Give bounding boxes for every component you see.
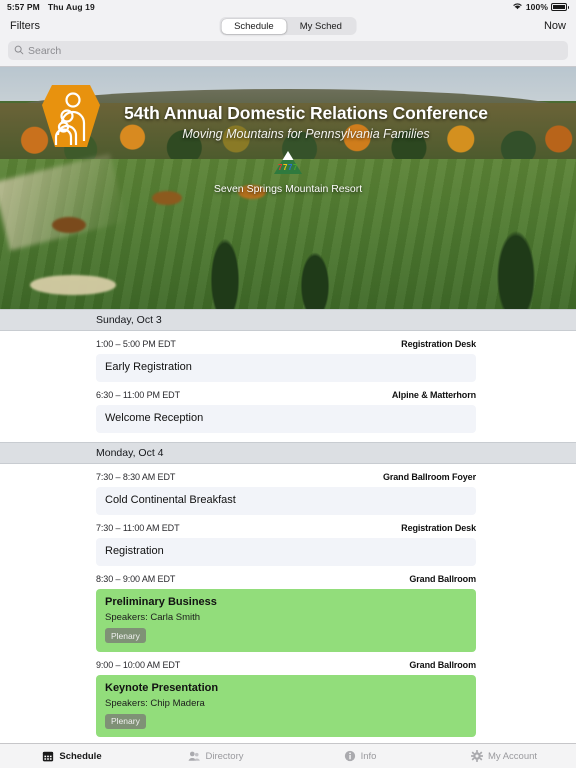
session-time: 7:30 – 8:30 AM EDT (96, 472, 176, 482)
now-button[interactable]: Now (544, 20, 566, 32)
session-row[interactable]: 9:00 – 10:00 AM EDT Grand Ballroom Keyno… (0, 651, 576, 737)
session-card[interactable]: Registration (96, 538, 476, 566)
battery-icon (551, 3, 569, 11)
session-card[interactable]: Cold Continental Breakfast (96, 487, 476, 515)
session-title: Keynote Presentation (105, 681, 219, 694)
session-time: 1:00 – 5:00 PM EDT (96, 339, 176, 349)
search-input[interactable]: Search (8, 41, 568, 60)
bottom-tab-bar: Schedule Directory Info My Account (0, 743, 576, 768)
session-card[interactable]: Welcome Reception (96, 405, 476, 433)
day-header: Monday, Oct 4 (0, 442, 576, 464)
tab-label: Directory (205, 750, 244, 762)
session-row[interactable]: 1:00 – 5:00 PM EDT Registration Desk Ear… (0, 331, 576, 382)
conference-title: 54th Annual Domestic Relations Conferenc… (124, 103, 488, 123)
session-row[interactable]: 6:30 – 11:00 PM EDT Alpine & Matterhorn … (0, 382, 576, 433)
status-date: Thu Aug 19 (47, 2, 95, 12)
filters-button[interactable]: Filters (10, 20, 40, 32)
session-speakers: Speakers: Chip Madera (105, 697, 205, 709)
people-icon (188, 750, 201, 762)
search-placeholder: Search (28, 44, 62, 57)
conference-subtitle: Moving Mountains for Pennsylvania Famili… (182, 127, 430, 141)
info-icon (344, 750, 356, 762)
conference-hero-banner: 54th Annual Domestic Relations Conferenc… (0, 67, 576, 309)
battery-percent: 100% (525, 2, 548, 12)
tab-my-account[interactable]: My Account (432, 750, 576, 762)
session-time: 7:30 – 11:00 AM EDT (96, 523, 180, 533)
session-row[interactable]: 10:00 – 10:30 AM EDT Visit our Sponsors … (0, 737, 576, 743)
session-time: 9:00 – 10:00 AM EDT (96, 659, 181, 670)
status-bar: 5:57 PM Thu Aug 19 100% (0, 0, 576, 14)
seven-springs-logo: 7 7 7 7 (269, 149, 307, 179)
session-location: Registration Desk (401, 339, 476, 349)
session-card[interactable]: Early Registration (96, 354, 476, 382)
session-row[interactable]: 8:30 – 9:00 AM EDT Grand Ballroom Prelim… (0, 566, 576, 652)
session-location: Grand Ballroom Foyer (382, 472, 476, 482)
status-right: 100% (512, 2, 569, 12)
session-title: Preliminary Business (105, 596, 217, 608)
app-root: 5:57 PM Thu Aug 19 100% Filters Schedule… (0, 0, 576, 768)
tab-schedule[interactable]: Schedule (0, 750, 144, 762)
schedule-segmented-control[interactable]: Schedule My Sched (219, 17, 357, 35)
tab-directory[interactable]: Directory (144, 750, 288, 762)
calendar-icon (42, 750, 54, 762)
session-title: Cold Continental Breakfast (105, 494, 236, 506)
session-location: Grand Ballroom (409, 659, 476, 670)
session-title: Welcome Reception (105, 412, 204, 424)
session-title: Early Registration (105, 361, 192, 373)
segment-my-sched[interactable]: My Sched (287, 19, 355, 34)
session-card[interactable]: Preliminary Business Speakers: Carla Smi… (96, 589, 476, 652)
session-time: 6:30 – 11:00 PM EDT (96, 390, 180, 400)
session-badge: Plenary (105, 713, 146, 729)
session-location: Alpine & Matterhorn (391, 390, 476, 400)
session-meta: 6:30 – 11:00 PM EDT Alpine & Matterhorn (96, 390, 476, 400)
tab-label: Info (360, 750, 377, 762)
session-location: Grand Ballroom (409, 574, 476, 584)
wifi-icon (512, 2, 523, 12)
status-time: 5:57 PM (7, 2, 40, 12)
session-spacer (0, 433, 576, 442)
session-row[interactable]: 7:30 – 8:30 AM EDT Grand Ballroom Foyer … (0, 464, 576, 515)
tab-info[interactable]: Info (288, 750, 432, 762)
session-meta: 8:30 – 9:00 AM EDT Grand Ballroom (96, 574, 476, 584)
svg-text:7: 7 (293, 163, 298, 172)
session-location: Registration Desk (401, 523, 476, 533)
tab-label: My Account (487, 750, 538, 762)
session-meta: 7:30 – 8:30 AM EDT Grand Ballroom Foyer (96, 472, 476, 482)
search-icon (14, 42, 24, 60)
session-badge: Plenary (105, 628, 146, 643)
session-meta: 1:00 – 5:00 PM EDT Registration Desk (96, 339, 476, 349)
gear-icon (470, 750, 483, 762)
session-title: Registration (105, 545, 164, 557)
segment-schedule[interactable]: Schedule (221, 18, 287, 34)
session-meta: 7:30 – 11:00 AM EDT Registration Desk (96, 523, 476, 533)
day-header: Sunday, Oct 3 (0, 309, 576, 331)
hero-text-overlay: 54th Annual Domestic Relations Conferenc… (0, 67, 576, 309)
session-card[interactable]: Keynote Presentation Speakers: Chip Made… (96, 674, 476, 737)
session-row[interactable]: 7:30 – 11:00 AM EDT Registration Desk Re… (0, 515, 576, 566)
search-bar-container: Search (0, 38, 576, 66)
session-speakers: Speakers: Carla Smith (105, 612, 201, 623)
session-meta: 9:00 – 10:00 AM EDT Grand Ballroom (96, 660, 476, 670)
navigation-bar: Filters Schedule My Sched Now (0, 14, 576, 38)
schedule-scroll-area[interactable]: 54th Annual Domestic Relations Conferenc… (0, 67, 576, 743)
venue-name: Seven Springs Mountain Resort (213, 183, 363, 195)
session-time: 8:30 – 9:00 AM EDT (96, 574, 176, 584)
tab-label: Schedule (59, 750, 102, 762)
